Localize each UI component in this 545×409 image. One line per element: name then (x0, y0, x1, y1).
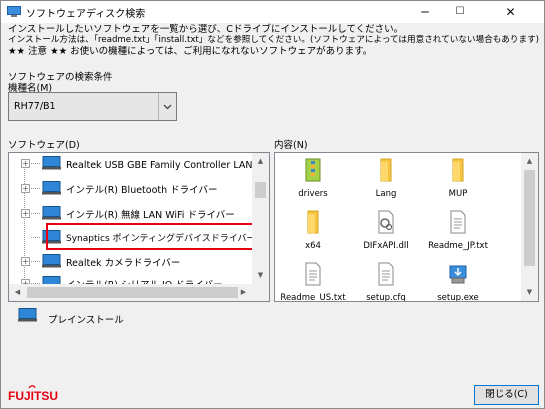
file-name: setup.exe (437, 293, 479, 302)
monitor-icon (42, 206, 61, 220)
tree-vertical-scrollbar[interactable]: ▲ ▼ (252, 153, 269, 301)
file-item[interactable]: Lang (351, 156, 421, 214)
file-name: MUP (448, 189, 468, 199)
file-name: Lang (375, 189, 397, 199)
file-item[interactable]: drivers (278, 156, 348, 214)
scroll-up-arrow-icon[interactable]: ▲ (252, 153, 269, 170)
scroll-left-arrow-icon[interactable]: ◀ (9, 284, 26, 301)
software-disk-search-window: ソフトウェアディスク検索 ─ ☐ ✕ インストールしたいソフトウェアを一覧から選… (0, 0, 545, 409)
file-name: x64 (305, 241, 321, 251)
scroll-down-arrow-icon[interactable]: ▼ (252, 267, 269, 284)
file-name: setup.cfg (366, 293, 406, 302)
minimize-button[interactable]: ─ (408, 1, 442, 23)
file-item[interactable]: Readme_US.txt (278, 260, 348, 302)
fujitsu-logo: FUJITSU (8, 385, 58, 403)
tree-item-realtek-camera[interactable]: + Realtek カメラドライバー (9, 251, 259, 271)
app-monitor-icon (7, 6, 21, 17)
instruction-line-1: インストールしたいソフトウェアを一覧から選び、Cドライブにインストールしてくださ… (8, 24, 404, 35)
tree-item-intel-wifi[interactable]: + インテル(R) 無線 LAN WiFi ドライバー (9, 203, 259, 223)
scroll-up-arrow-icon[interactable]: ▲ (521, 153, 538, 170)
file-name: drivers (298, 189, 328, 199)
tree-horizontal-scrollbar[interactable]: ◀ ▶ (9, 284, 252, 301)
file-name: Readme_JP.txt (428, 241, 488, 251)
contents-label: 内容(N) (274, 140, 308, 151)
software-list-label: ソフトウェア(D) (8, 140, 80, 151)
folder-icon (307, 210, 319, 234)
close-button[interactable]: 閉じる(C) (474, 385, 539, 405)
title-bar: ソフトウェアディスク検索 ─ ☐ ✕ (1, 1, 544, 23)
tree-item-label: インテル(R) 無線 LAN WiFi ドライバー (66, 210, 235, 221)
installer-icon (449, 265, 467, 284)
expand-plus-icon[interactable]: + (21, 184, 30, 193)
model-name-dropdown[interactable]: RH77/B1 (8, 92, 177, 121)
file-name: Readme_US.txt (280, 293, 346, 302)
monitor-icon (42, 254, 61, 268)
text-file-icon (378, 262, 394, 286)
tree-item-intel-bluetooth[interactable]: + インテル(R) Bluetooth ドライバー (9, 178, 259, 198)
monitor-icon (42, 181, 61, 195)
text-file-icon (450, 210, 466, 234)
warning-line: ★★ 注意 ★★ お使いの機種によっては、ご利用になれないソフトウェアがあります… (8, 46, 373, 57)
file-item[interactable]: setup.exe (423, 260, 493, 302)
tree-item-label: Realtek USB GBE Family Controller LAN ドラ… (66, 160, 269, 171)
scroll-thumb[interactable] (524, 170, 535, 266)
tree-item-label: インテル(R) Bluetooth ドライバー (66, 185, 218, 196)
expand-plus-icon[interactable]: + (21, 159, 30, 168)
monitor-icon (42, 156, 61, 170)
preinstall-monitor-icon (18, 308, 37, 322)
file-item[interactable]: DIFxAPI.dll (351, 208, 421, 266)
model-name-value: RH77/B1 (14, 101, 56, 112)
dropdown-chevron-icon[interactable] (158, 93, 176, 120)
text-file-icon (305, 262, 321, 286)
contents-file-list[interactable]: drivers Lang MUP x64 DIFxAPI.dll Readme_… (274, 152, 539, 302)
file-item[interactable]: Readme_JP.txt (423, 208, 493, 266)
scroll-right-arrow-icon[interactable]: ▶ (235, 284, 252, 301)
instruction-line-2: インストール方法は、「readme.txt」「install.txt」などを参照… (8, 35, 540, 45)
scroll-thumb[interactable] (27, 287, 238, 298)
file-item[interactable]: setup.cfg (351, 260, 421, 302)
file-item[interactable]: x64 (278, 208, 348, 266)
window-title: ソフトウェアディスク検索 (26, 9, 146, 20)
close-window-button[interactable]: ✕ (477, 1, 544, 23)
expand-plus-icon[interactable]: + (21, 209, 30, 218)
folder-icon (452, 158, 464, 182)
tree-item-realtek-lan[interactable]: + Realtek USB GBE Family Controller LAN … (9, 153, 269, 173)
contents-vertical-scrollbar[interactable]: ▲ ▼ (521, 153, 538, 301)
dll-icon (378, 210, 394, 234)
preinstall-legend-label: プレインストール (48, 315, 124, 326)
expand-plus-icon[interactable]: + (21, 257, 30, 266)
scroll-down-arrow-icon[interactable]: ▼ (521, 284, 538, 301)
scroll-thumb[interactable] (255, 182, 266, 198)
tree-item-label: Realtek カメラドライバー (66, 258, 181, 269)
file-item[interactable]: MUP (423, 156, 493, 214)
archive-icon (305, 158, 321, 182)
maximize-button[interactable]: ☐ (443, 1, 477, 23)
file-name: DIFxAPI.dll (363, 241, 409, 251)
software-tree[interactable]: + Realtek USB GBE Family Controller LAN … (8, 152, 270, 302)
selection-highlight-box (46, 223, 255, 250)
folder-icon (380, 158, 392, 182)
svg-text:FUJITSU: FUJITSU (8, 389, 58, 403)
